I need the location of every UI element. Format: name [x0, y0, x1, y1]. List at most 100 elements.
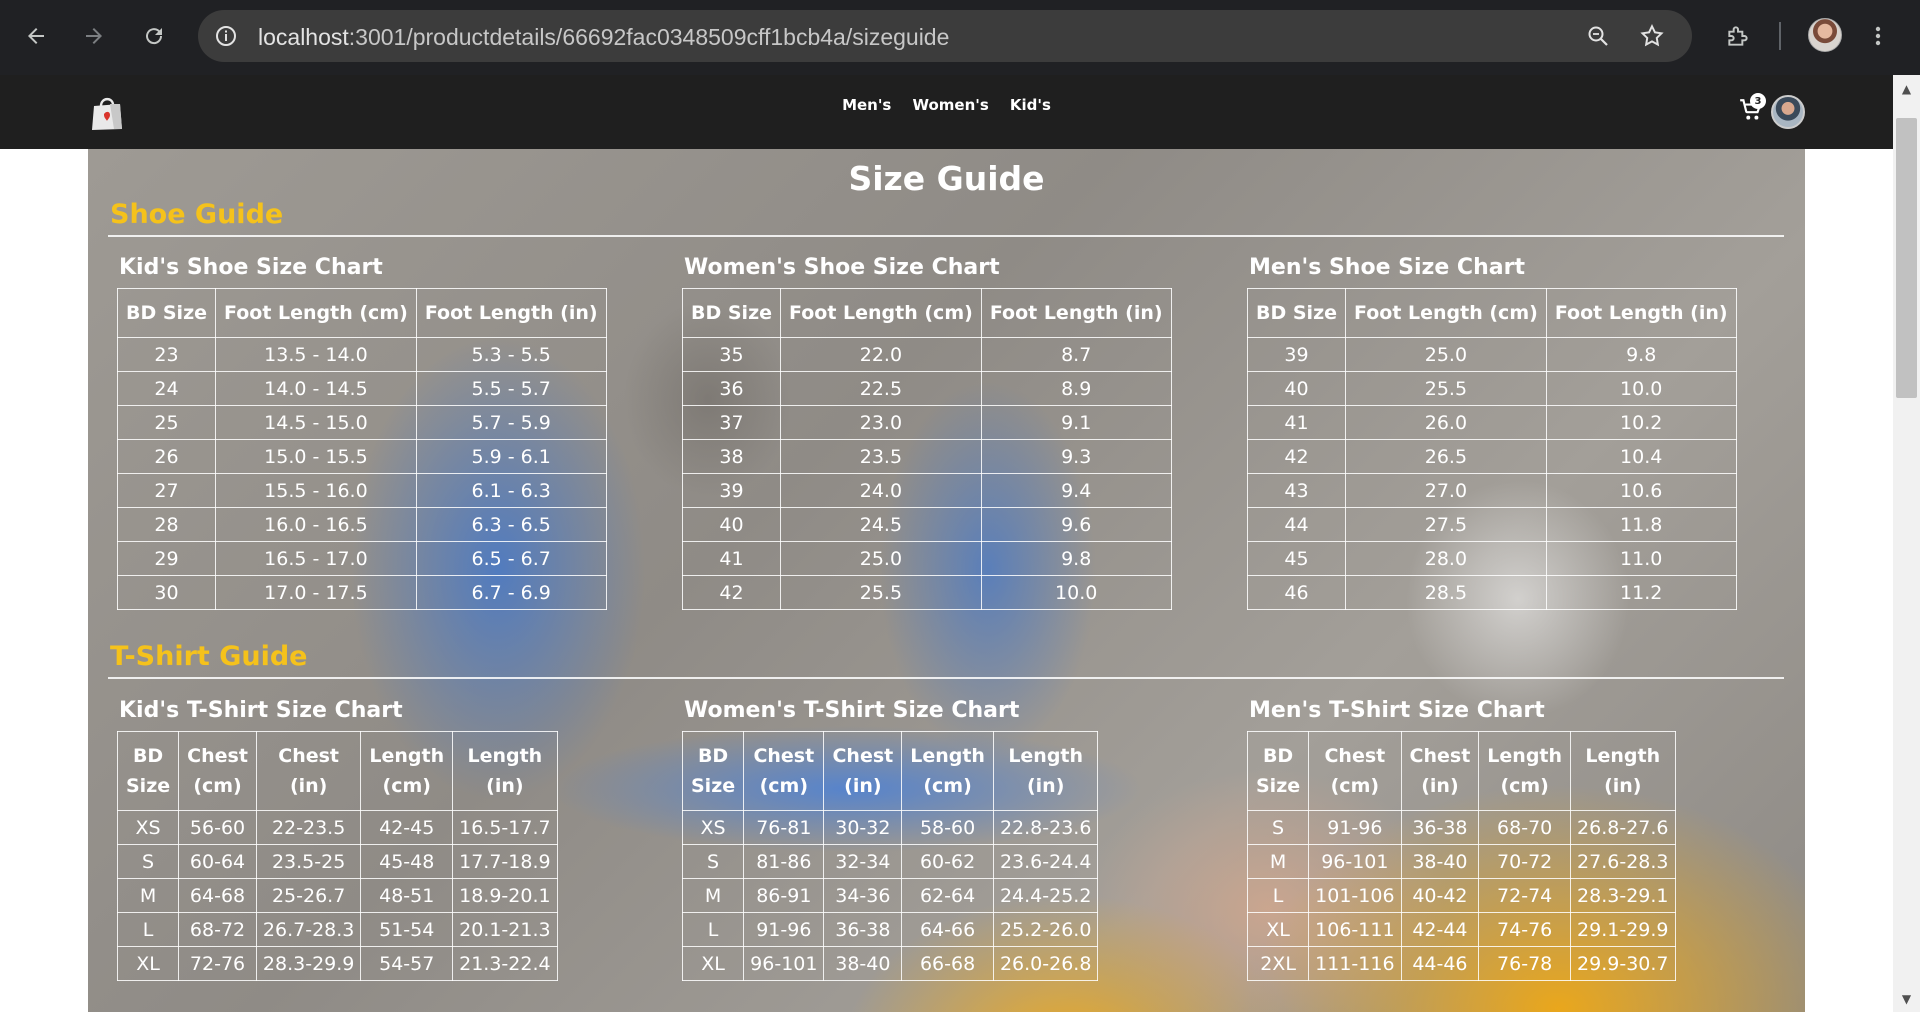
scroll-down-arrow-icon[interactable]: ▼	[1899, 992, 1914, 1007]
table-cell: 22.0	[780, 337, 982, 372]
column-header-line: Chest	[753, 745, 815, 767]
table-cell: L	[116, 912, 180, 947]
column-header-line: (in)	[289, 775, 328, 797]
column-header: Foot Length (in)	[415, 288, 607, 338]
table-row: 36 22.5 8.9	[681, 371, 1172, 406]
table-cell: 25	[116, 405, 217, 440]
table-header-row: BD Size Foot Length (cm) Foot Length (in)	[681, 288, 1172, 338]
table-cell: 60-62	[901, 844, 994, 879]
chart-title: Women's T-Shirt Size Chart	[684, 698, 1020, 723]
mens-shoe-chart: Men's Shoe Size Chart BD Size Foot Length…	[1246, 255, 1737, 610]
column-header-line: (in)	[486, 775, 524, 797]
kids-shoe-chart: Kid's Shoe Size Chart BD Size Foot Length…	[116, 255, 607, 610]
reload-button[interactable]	[138, 20, 170, 52]
table-cell: 21.3-22.4	[452, 946, 558, 981]
table-cell: 15.5 - 16.0	[215, 473, 417, 508]
table-cell: 41	[1246, 405, 1347, 440]
table-cell: 42-45	[360, 810, 454, 845]
table-cell: 41	[681, 541, 782, 576]
nav-link-mens[interactable]: Men's	[842, 96, 891, 114]
table-row: M 64-68 25-26.7 48-51 18.9-20.1	[116, 878, 558, 913]
reload-icon	[146, 28, 163, 45]
table-cell: 28.0	[1345, 541, 1547, 576]
table-cell: 42-44	[1400, 912, 1480, 947]
table-cell: 42	[681, 575, 782, 610]
size-table: BD Size Foot Length (cm) Foot Length (in) 3…	[1246, 288, 1737, 610]
table-cell: 38	[681, 439, 782, 474]
table-cell: 8.7	[980, 337, 1172, 372]
column-header-line: Length	[369, 745, 445, 767]
table-cell: 45-48	[360, 844, 454, 879]
table-cell: 68-70	[1478, 810, 1572, 845]
table-cell: S	[1246, 810, 1310, 845]
table-cell: 18.9-20.1	[452, 878, 558, 913]
url-text[interactable]: localhost:3001/productdetails/66692fac03…	[258, 24, 949, 51]
table-cell: 13.5 - 14.0	[215, 337, 417, 372]
column-header: Chest (cm)	[178, 731, 257, 811]
table-cell: 6.5 - 6.7	[415, 541, 607, 576]
column-header: BD Size	[1246, 731, 1310, 811]
table-cell: 35	[681, 337, 782, 372]
table-cell: 29.9-30.7	[1570, 946, 1676, 981]
address-bar[interactable]: localhost:3001/productdetails/66692fac03…	[198, 10, 1692, 62]
nav-link-womens[interactable]: Women's	[912, 96, 988, 114]
table-cell: 40	[1246, 371, 1347, 406]
table-cell: 23	[116, 337, 217, 372]
table-cell: 30	[116, 575, 217, 610]
table-row: S 60-64 23.5-25 45-48 17.7-18.9	[116, 844, 558, 879]
table-cell: S	[116, 844, 180, 879]
column-header-line: (in)	[844, 775, 882, 797]
table-row: 42 25.5 10.0	[681, 575, 1172, 610]
table-cell: 27.5	[1345, 507, 1547, 542]
site-header: Men's Women's Kid's 3	[0, 75, 1893, 149]
table-cell: 8.9	[980, 371, 1172, 406]
table-cell: 51-54	[360, 912, 454, 947]
table-cell: 23.5	[780, 439, 982, 474]
table-cell: 10.6	[1545, 473, 1737, 508]
nav-link-kids[interactable]: Kid's	[1010, 96, 1051, 114]
table-cell: XL	[116, 946, 180, 981]
zoom-icon[interactable]	[1584, 22, 1612, 50]
bookmark-star-icon[interactable]	[1638, 22, 1666, 50]
table-cell: XS	[681, 810, 745, 845]
chart-title: Kid's Shoe Size Chart	[119, 255, 383, 280]
table-cell: 23.6-24.4	[992, 844, 1099, 879]
table-row: S 81-86 32-34 60-62 23.6-24.4	[681, 844, 1099, 879]
table-row: 23 13.5 - 14.0 5.3 - 5.5	[116, 337, 607, 372]
main-nav: Men's Women's Kid's	[0, 95, 1893, 114]
site-info-icon[interactable]	[212, 22, 240, 50]
table-cell: 6.7 - 6.9	[415, 575, 607, 610]
table-row: M 96-101 38-40 70-72 27.6-28.3	[1246, 844, 1676, 879]
table-cell: 24	[116, 371, 217, 406]
table-cell: 44	[1246, 507, 1347, 542]
size-table: BD Size Foot Length (cm) Foot Length (in) 3…	[681, 288, 1172, 610]
table-cell: 36-38	[823, 912, 903, 947]
scrollbar-thumb[interactable]	[1896, 118, 1917, 398]
back-button[interactable]	[20, 20, 52, 52]
more-menu-icon[interactable]	[1868, 20, 1888, 52]
table-row: 28 16.0 - 16.5 6.3 - 6.5	[116, 507, 607, 542]
table-cell: M	[1246, 844, 1310, 879]
table-cell: 72-76	[178, 946, 257, 981]
browser-profile-avatar[interactable]	[1808, 18, 1842, 52]
table-cell: 26.8-27.6	[1570, 810, 1676, 845]
column-header: Length (cm)	[901, 731, 994, 811]
extensions-icon[interactable]	[1722, 20, 1754, 52]
table-cell: 25.0	[1345, 337, 1547, 372]
scroll-up-arrow-icon[interactable]: ▲	[1899, 82, 1914, 97]
table-cell: L	[1246, 878, 1310, 913]
forward-button[interactable]	[78, 20, 110, 52]
table-cell: 101-106	[1308, 878, 1402, 913]
table-cell: 26.7-28.3	[255, 912, 362, 947]
table-cell: L	[681, 912, 745, 947]
table-row: M 86-91 34-36 62-64 24.4-25.2	[681, 878, 1099, 913]
column-header-line: Size	[1256, 775, 1301, 797]
table-cell: 9.1	[980, 405, 1172, 440]
table-header-row: BD Size Foot Length (cm) Foot Length (in)	[1246, 288, 1737, 338]
column-header-line: BD	[697, 745, 729, 767]
table-row: 26 15.0 - 15.5 5.9 - 6.1	[116, 439, 607, 474]
user-avatar[interactable]	[1771, 95, 1805, 129]
table-cell: 36-38	[1400, 810, 1480, 845]
table-cell: 16.5-17.7	[452, 810, 558, 845]
table-cell: 66-68	[901, 946, 994, 981]
